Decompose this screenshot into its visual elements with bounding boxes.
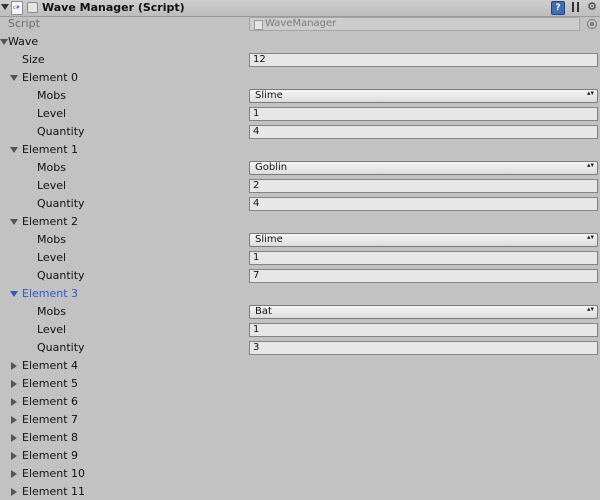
dropdown-arrow-icon: ▴▾ [586,161,594,169]
element-10-foldout-arrow-icon[interactable] [11,470,17,478]
element-8-foldout-arrow-icon[interactable] [11,434,17,442]
element-2-quantity-field[interactable]: 7 [249,269,598,283]
element-1-mobs-label: Mobs [37,161,66,174]
script-asset-icon [254,20,263,30]
element-3-mobs-value: Bat [255,306,272,317]
size-label: Size [22,53,45,66]
element-4-label[interactable]: Element 4 [22,360,78,372]
element-7-foldout-arrow-icon[interactable] [11,416,17,424]
element-0-quantity-label: Quantity [37,125,85,138]
element-0-level-field[interactable]: 1 [249,107,598,121]
wave-label[interactable]: Wave [8,36,38,48]
element-2-level-field[interactable]: 1 [249,251,598,265]
element-6-foldout-arrow-icon[interactable] [11,398,17,406]
object-picker-icon[interactable] [587,19,597,29]
element-0-label[interactable]: Element 0 [22,72,78,84]
element-1-label[interactable]: Element 1 [22,144,78,156]
element-6-label[interactable]: Element 6 [22,396,78,408]
element-1-level-field[interactable]: 2 [249,179,598,193]
element-11-label[interactable]: Element 11 [22,486,85,498]
element-3-level-label: Level [37,323,67,336]
script-object-field: WaveManager [249,17,580,31]
element-0-foldout-arrow-icon[interactable] [10,75,18,81]
element-3-level-field[interactable]: 1 [249,323,598,337]
element-3-mobs-label: Mobs [37,305,66,318]
element-0-mobs-value: Slime [255,90,283,101]
element-1-quantity-label: Quantity [37,197,85,210]
script-value: WaveManager [265,18,337,29]
element-1-level-label: Level [37,179,67,192]
element-2-mobs-dropdown[interactable]: Slime ▴▾ [249,233,598,247]
element-0-mobs-dropdown[interactable]: Slime ▴▾ [249,89,598,103]
component-title: Wave Manager (Script) [42,1,185,14]
component-header: Wave Manager (Script) ? ⚙ [0,0,600,17]
element-2-level-label: Level [37,251,67,264]
element-4-foldout-arrow-icon[interactable] [11,362,17,370]
element-3-quantity-label: Quantity [37,341,85,354]
element-2-foldout-arrow-icon[interactable] [10,219,18,225]
element-11-foldout-arrow-icon[interactable] [11,488,17,496]
dropdown-arrow-icon: ▴▾ [586,305,594,313]
gear-icon[interactable]: ⚙ [586,1,598,13]
csharp-script-icon [11,1,23,15]
element-0-mobs-label: Mobs [37,89,66,102]
element-8-label[interactable]: Element 8 [22,432,78,444]
size-field[interactable]: 12 [249,53,598,67]
element-9-foldout-arrow-icon[interactable] [11,452,17,460]
script-label: Script [8,17,40,30]
element-1-foldout-arrow-icon[interactable] [10,147,18,153]
component-foldout-arrow-icon[interactable] [1,4,9,10]
wave-foldout-arrow-icon[interactable] [0,39,8,45]
element-3-mobs-dropdown[interactable]: Bat ▴▾ [249,305,598,319]
element-10-label[interactable]: Element 10 [22,468,85,480]
element-2-label[interactable]: Element 2 [22,216,78,228]
element-1-mobs-dropdown[interactable]: Goblin ▴▾ [249,161,598,175]
element-2-mobs-label: Mobs [37,233,66,246]
dropdown-arrow-icon: ▴▾ [586,233,594,241]
element-1-quantity-field[interactable]: 4 [249,197,598,211]
element-1-mobs-value: Goblin [255,162,288,173]
element-2-mobs-value: Slime [255,234,283,245]
element-3-label[interactable]: Element 3 [22,288,78,300]
element-0-quantity-field[interactable]: 4 [249,125,598,139]
help-icon[interactable]: ? [551,1,565,15]
element-3-quantity-field[interactable]: 3 [249,341,598,355]
element-9-label[interactable]: Element 9 [22,450,78,462]
element-3-foldout-arrow-icon[interactable] [10,291,18,297]
component-enabled-checkbox[interactable] [27,2,38,13]
element-5-foldout-arrow-icon[interactable] [11,380,17,388]
element-2-quantity-label: Quantity [37,269,85,282]
preset-sliders-icon[interactable] [570,1,582,13]
element-7-label[interactable]: Element 7 [22,414,78,426]
element-5-label[interactable]: Element 5 [22,378,78,390]
dropdown-arrow-icon: ▴▾ [586,89,594,97]
element-0-level-label: Level [37,107,67,120]
